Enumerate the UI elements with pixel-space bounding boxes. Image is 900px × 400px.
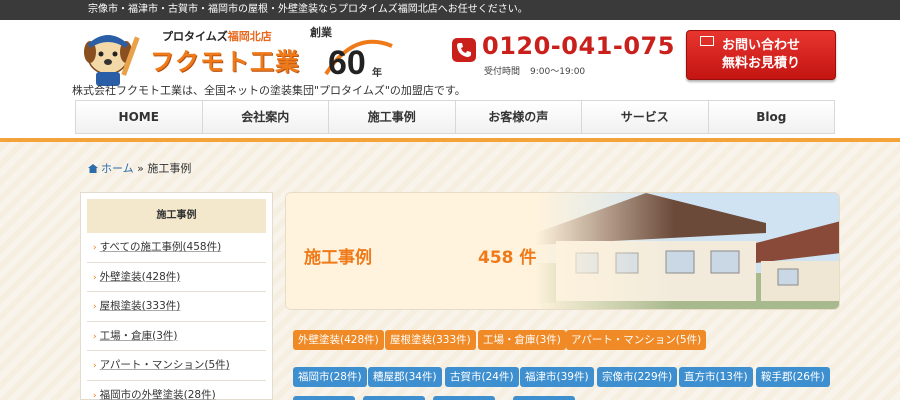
- chevron-right-icon: ›: [93, 331, 97, 342]
- sidebar-item-all[interactable]: › すべての施工事例(458件): [87, 233, 266, 263]
- breadcrumb-current: 施工事例: [147, 162, 192, 175]
- sixty-years-emblem: 60: [324, 39, 393, 78]
- chevron-right-icon: ›: [93, 390, 97, 400]
- nav-company[interactable]: 会社案内: [202, 101, 329, 133]
- site-header: プロタイムズ福岡北店 フクモト工業 創業 60 年 株式会社フクモト工業は、全国…: [0, 20, 900, 97]
- tag-roof[interactable]: 屋根塗装(333件): [385, 330, 476, 350]
- years-number: 60: [328, 44, 366, 78]
- nav-bar: HOME 会社案内 施工事例 お客様の声 サービス Blog: [75, 100, 835, 134]
- tag-area-munakata[interactable]: 宗像市(229件): [597, 367, 678, 387]
- nav-blog[interactable]: Blog: [708, 101, 834, 133]
- tag-area-fukutsu[interactable]: 福津市(39件): [520, 367, 594, 387]
- chevron-right-icon: ›: [93, 361, 97, 371]
- tag-area-koga[interactable]: 古賀市(24件): [445, 367, 519, 387]
- tag-factory[interactable]: 工場・倉庫(3件): [478, 330, 566, 350]
- tag-area-more[interactable]: [363, 396, 425, 400]
- chevron-right-icon: ›: [93, 243, 97, 253]
- chevron-right-icon: ›: [93, 302, 97, 312]
- sidebar-item-label: すべての施工事例(458件): [99, 241, 222, 253]
- tag-area-fukuoka[interactable]: 福岡市(28件): [293, 367, 367, 387]
- tag-area-more[interactable]: [433, 396, 495, 400]
- hero-count: 458 件: [478, 248, 537, 268]
- sidebar-item-exterior[interactable]: › 外壁塗装(428件): [87, 263, 266, 292]
- logo-company-name[interactable]: フクモト工業: [150, 42, 300, 77]
- nav-service[interactable]: サービス: [582, 101, 709, 133]
- mail-icon: [700, 36, 714, 46]
- tag-area-more[interactable]: [293, 396, 355, 400]
- chevron-right-icon: ›: [93, 272, 97, 283]
- sidebar-item-apartment[interactable]: › アパート・マンション(5件): [87, 351, 266, 381]
- sidebar-item-fukuoka[interactable]: › 福岡市の外壁塗装(28件): [87, 381, 266, 400]
- hours-value: 9:00〜19:00: [530, 67, 586, 77]
- sidebar: 施工事例 › すべての施工事例(458件) › 外壁塗装(428件) › 屋根塗装(3…: [80, 192, 273, 400]
- sidebar-item-label: 外壁塗装(428件): [99, 270, 181, 283]
- tag-area-kasuya[interactable]: 糟屋郡(34件): [368, 367, 442, 387]
- sidebar-item-label: 福岡市の外壁塗装(28件): [99, 388, 216, 400]
- breadcrumb-separator: »: [137, 162, 144, 175]
- top-announcement-text: 宗像市・福津市・古賀市・福岡市の屋根・外壁塗装ならプロタイムズ福岡北店へお任せく…: [88, 4, 528, 15]
- phone-icon: [452, 38, 476, 62]
- dog-mascot-icon: [84, 35, 140, 86]
- home-icon: [88, 164, 98, 173]
- business-hours: 受付時間 9:00〜19:00: [484, 64, 595, 77]
- nav-home[interactable]: HOME: [76, 101, 203, 133]
- tag-area-nogata[interactable]: 直方市(13件): [679, 367, 753, 387]
- tag-apartment[interactable]: アパート・マンション(5件): [566, 330, 707, 350]
- tag-area-kurate[interactable]: 鞍手郡(26件): [756, 367, 830, 387]
- sidebar-item-factory[interactable]: › 工場・倉庫(3件): [87, 322, 266, 351]
- nav-works[interactable]: 施工事例: [329, 101, 456, 133]
- years-unit: 年: [372, 68, 382, 79]
- sidebar-item-label: 屋根塗装(333件): [99, 300, 181, 312]
- main-navigation: HOME 会社案内 施工事例 お客様の声 サービス Blog: [0, 96, 900, 142]
- nav-voices[interactable]: お客様の声: [455, 101, 582, 133]
- hours-label: 受付時間: [484, 67, 521, 77]
- works-hero-banner: 施工事例 458 件: [285, 192, 840, 310]
- top-announcement-bar: 宗像市・福津市・古賀市・福岡市の屋根・外壁塗装ならプロタイムズ福岡北店へお任せく…: [0, 0, 900, 20]
- hero-title: 施工事例: [304, 248, 372, 268]
- breadcrumb: ホーム » 施工事例: [88, 160, 191, 176]
- cta-line2: 無料お見積り: [721, 56, 800, 71]
- sidebar-heading: 施工事例: [87, 199, 266, 233]
- breadcrumb-home[interactable]: ホーム: [101, 162, 134, 175]
- tag-area-more[interactable]: [513, 396, 575, 400]
- sidebar-item-label: 工場・倉庫(3件): [99, 329, 178, 342]
- phone-number[interactable]: 0120-041-075: [482, 32, 675, 60]
- sidebar-item-label: アパート・マンション(5件): [99, 359, 230, 371]
- tag-exterior[interactable]: 外壁塗装(428件): [293, 330, 384, 350]
- sidebar-item-roof[interactable]: › 屋根塗装(333件): [87, 292, 266, 322]
